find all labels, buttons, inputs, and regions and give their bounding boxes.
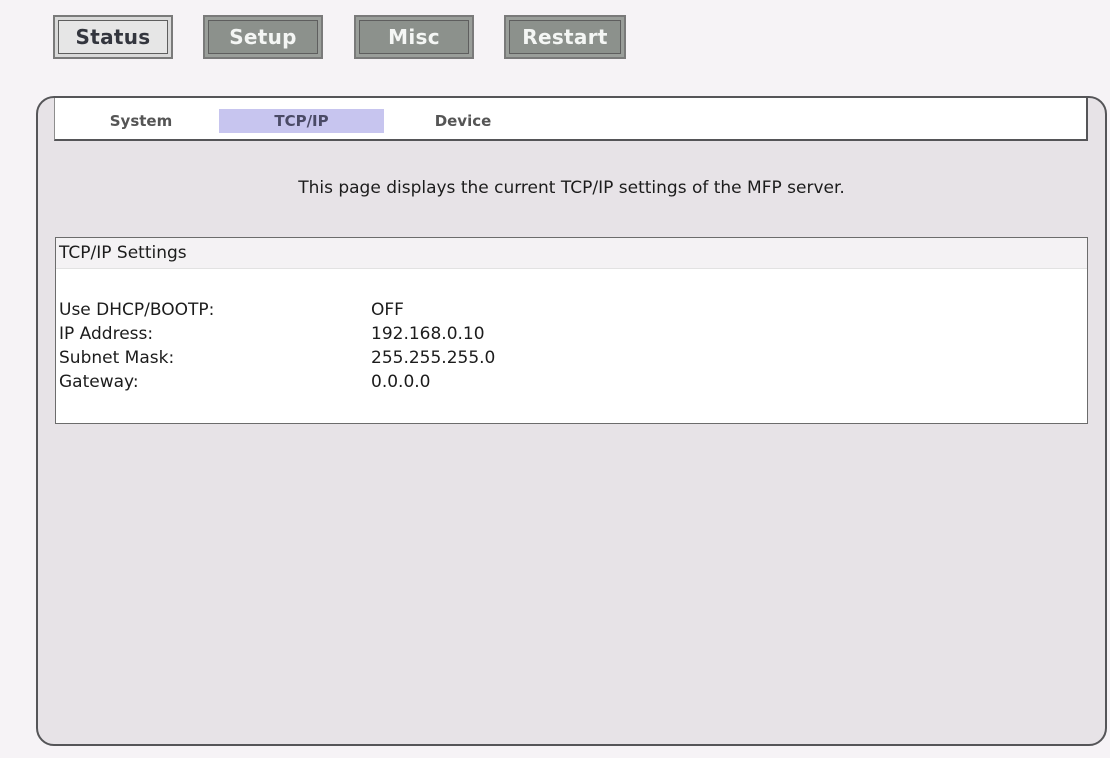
tcpip-settings-box: TCP/IP Settings Use DHCP/BOOTP: OFF IP A… <box>55 237 1088 424</box>
sub-tab-bar: System TCP/IP Device <box>54 98 1088 141</box>
misc-button-label: Misc <box>359 20 469 54</box>
page: Status Setup Misc Restart System TCP/IP … <box>0 0 1110 758</box>
setting-label: Subnet Mask: <box>59 348 175 368</box>
setting-value: 255.255.255.0 <box>371 348 496 368</box>
setup-button-label: Setup <box>208 20 318 54</box>
tab-tcpip[interactable]: TCP/IP <box>219 109 384 133</box>
status-button-label: Status <box>58 20 168 54</box>
content-panel: System TCP/IP Device This page displays … <box>36 96 1107 746</box>
setting-value: 0.0.0.0 <box>371 372 431 392</box>
setup-button[interactable]: Setup <box>203 15 323 59</box>
restart-button-label: Restart <box>509 20 621 54</box>
setting-value: 192.168.0.10 <box>371 324 485 344</box>
tab-system[interactable]: System <box>85 109 197 133</box>
settings-title: TCP/IP Settings <box>56 238 1087 269</box>
setting-label: IP Address: <box>59 324 154 344</box>
tab-device[interactable]: Device <box>407 109 519 133</box>
misc-button[interactable]: Misc <box>354 15 474 59</box>
status-button[interactable]: Status <box>53 15 173 59</box>
page-description: This page displays the current TCP/IP se… <box>298 178 845 198</box>
restart-button[interactable]: Restart <box>504 15 626 59</box>
setting-label: Gateway: <box>59 372 139 392</box>
setting-value: OFF <box>371 300 404 320</box>
setting-label: Use DHCP/BOOTP: <box>59 300 215 320</box>
